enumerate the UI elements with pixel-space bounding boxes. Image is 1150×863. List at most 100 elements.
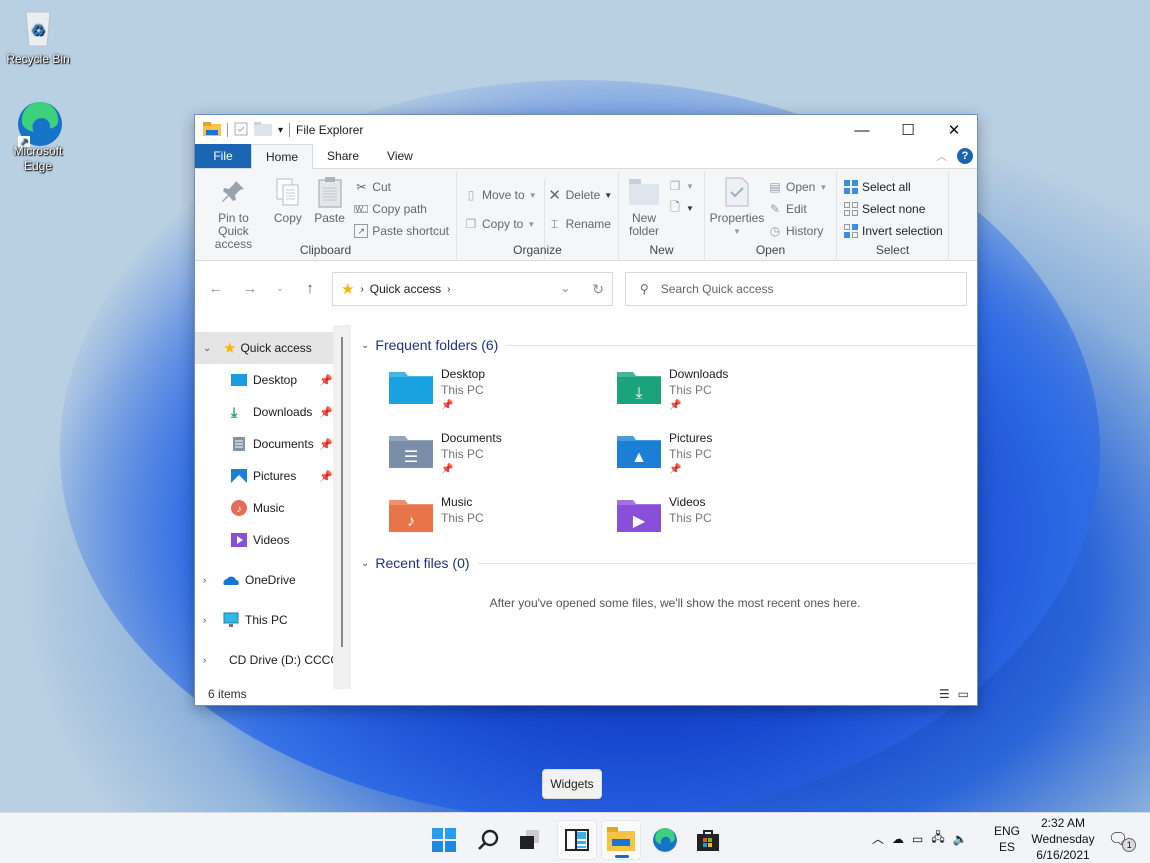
chevron-down-icon[interactable]: ⌄: [361, 340, 369, 351]
chevron-down-icon[interactable]: ⌄: [361, 558, 369, 569]
input-language-indicator[interactable]: ENG ES: [994, 813, 1020, 863]
tab-share[interactable]: Share: [313, 144, 373, 168]
desktop-icon-edge[interactable]: ↗ Microsoft Edge: [0, 100, 76, 174]
widgets-button[interactable]: [557, 820, 597, 860]
address-bar[interactable]: ★ › Quick access › ⌄ ↻: [332, 272, 613, 306]
folder-tile-desktop[interactable]: Desktop This PC 📌: [389, 366, 617, 418]
recent-locations-button[interactable]: ⌄: [267, 283, 293, 294]
battery-icon[interactable]: ▭: [912, 832, 923, 846]
paste-shortcut-button[interactable]: ↗ Paste shortcut: [351, 220, 452, 242]
new-folder-quick-icon[interactable]: [254, 121, 272, 139]
nav-item-music[interactable]: ♪ Music: [195, 492, 351, 524]
details-view-icon[interactable]: ☰: [939, 687, 950, 701]
chevron-down-icon[interactable]: ⌄: [203, 343, 211, 354]
address-history-dropdown[interactable]: ⌄: [560, 281, 570, 298]
new-item-button[interactable]: ❐ ▼: [665, 175, 697, 197]
folder-tile-documents[interactable]: ☰ Documents This PC 📌: [389, 430, 617, 482]
properties-quick-icon[interactable]: [234, 122, 248, 139]
large-icons-view-icon[interactable]: ▭: [958, 687, 969, 701]
nav-item-this-pc[interactable]: › This PC: [195, 604, 351, 636]
select-none-button[interactable]: Select none: [841, 198, 946, 220]
edit-icon: ✎: [769, 202, 781, 216]
chevron-right-icon[interactable]: ›: [203, 575, 206, 586]
store-taskbar-button[interactable]: [688, 820, 728, 860]
minimize-button[interactable]: —: [839, 115, 885, 145]
close-button[interactable]: ✕: [931, 115, 977, 145]
group-label: Open: [755, 243, 786, 257]
star-icon: ★: [223, 340, 237, 357]
file-explorer-window: ▾ File Explorer — ☐ ✕ File Home Share Vi…: [194, 114, 978, 706]
copy-path-icon: W..: [354, 204, 369, 214]
back-button[interactable]: ←: [199, 280, 233, 297]
search-box[interactable]: ⚲ Search Quick access: [625, 272, 967, 306]
cut-button[interactable]: ✂ Cut: [351, 176, 452, 198]
copy-to-button[interactable]: ❐ Copy to ▼: [461, 213, 540, 235]
search-input[interactable]: Search Quick access: [661, 282, 774, 296]
notification-center-button[interactable]: 🗨 1: [1108, 813, 1142, 863]
copy-path-button[interactable]: W.. Copy path: [351, 198, 452, 220]
nav-quick-access[interactable]: ⌄ ★ Quick access: [195, 332, 333, 364]
easy-access-icon: 🗋: [670, 199, 680, 214]
folder-tile-pictures[interactable]: ▲ Pictures This PC 📌: [617, 430, 845, 482]
pin-icon: 📌: [441, 464, 454, 475]
tab-view[interactable]: View: [373, 144, 427, 168]
search-button[interactable]: [468, 820, 508, 860]
select-all-button[interactable]: Select all: [841, 176, 946, 198]
nav-item-onedrive[interactable]: › OneDrive: [195, 564, 351, 596]
move-to-button[interactable]: ▯ Move to ▼: [461, 184, 540, 206]
history-button[interactable]: ◷ History: [765, 220, 830, 242]
collapse-ribbon-icon[interactable]: ︿: [936, 148, 947, 164]
volume-icon[interactable]: 🔈: [953, 832, 968, 846]
onedrive-offline-icon[interactable]: ☁: [892, 832, 904, 846]
rename-button[interactable]: ⌶ Rename: [545, 213, 616, 235]
up-button[interactable]: ↑: [293, 280, 327, 297]
tab-file[interactable]: File: [195, 144, 251, 168]
invert-selection-button[interactable]: Invert selection: [841, 220, 946, 242]
documents-icon: [233, 437, 245, 451]
edge-taskbar-button[interactable]: [645, 820, 685, 860]
tab-home[interactable]: Home: [251, 144, 314, 169]
delete-button[interactable]: ✕ Delete ▼: [545, 184, 616, 206]
store-icon: [697, 830, 719, 851]
nav-item-videos[interactable]: Videos: [195, 524, 351, 556]
title-bar[interactable]: ▾ File Explorer — ☐ ✕: [195, 115, 977, 145]
easy-access-button[interactable]: 🗋 ▼: [665, 197, 697, 219]
svg-text:♪: ♪: [407, 513, 415, 530]
open-button[interactable]: ▤ Open ▼: [765, 176, 830, 198]
frequent-folders-header[interactable]: ⌄ Frequent folders (6): [361, 334, 975, 356]
breadcrumb-quick-access[interactable]: Quick access: [370, 282, 441, 296]
pin-icon[interactable]: 📌: [319, 406, 333, 419]
desktop-icon-recycle-bin[interactable]: ♻ Recycle Bin: [0, 6, 76, 67]
nav-item-desktop[interactable]: Desktop 📌: [195, 364, 351, 396]
breadcrumb-separator-icon: ›: [360, 283, 364, 295]
maximize-button[interactable]: ☐: [885, 115, 931, 145]
folder-tile-downloads[interactable]: ⤓ Downloads This PC 📌: [617, 366, 845, 418]
chevron-right-icon[interactable]: ›: [203, 655, 206, 666]
chevron-right-icon[interactable]: ›: [203, 615, 206, 626]
task-view-button[interactable]: [510, 820, 550, 860]
network-icon[interactable]: 🖧: [931, 828, 944, 849]
nav-pane-scrollbar[interactable]: [333, 325, 351, 689]
folder-tile-videos[interactable]: ▶ Videos This PC: [617, 494, 845, 546]
help-icon[interactable]: ?: [957, 148, 973, 164]
show-hidden-icons-button[interactable]: ︿: [872, 830, 884, 847]
recent-files-header[interactable]: ⌄ Recent files (0): [361, 552, 975, 574]
scrollbar-thumb[interactable]: [341, 337, 343, 647]
start-button[interactable]: [424, 820, 464, 860]
separator: [289, 123, 291, 137]
file-explorer-taskbar-button[interactable]: [601, 820, 641, 860]
nav-item-downloads[interactable]: ⤓ Downloads 📌: [195, 396, 351, 428]
pin-icon[interactable]: 📌: [319, 438, 333, 451]
nav-item-documents[interactable]: Documents 📌: [195, 428, 351, 460]
download-icon: ⤓: [231, 404, 238, 420]
pin-icon[interactable]: 📌: [319, 374, 333, 387]
forward-button[interactable]: →: [233, 280, 267, 297]
clock[interactable]: 2:32 AM Wednesday 6/16/2021: [1030, 813, 1096, 863]
edit-button[interactable]: ✎ Edit: [765, 198, 830, 220]
refresh-icon[interactable]: ↻: [592, 281, 604, 298]
nav-item-pictures[interactable]: Pictures 📌: [195, 460, 351, 492]
folder-tile-music[interactable]: ♪ Music This PC: [389, 494, 617, 546]
pin-icon[interactable]: 📌: [319, 470, 333, 483]
nav-item-cd-drive[interactable]: ›CD Drive (D:) CCCOMA_X64FRE: [195, 644, 351, 676]
customize-toolbar-icon[interactable]: ▾: [278, 125, 283, 136]
